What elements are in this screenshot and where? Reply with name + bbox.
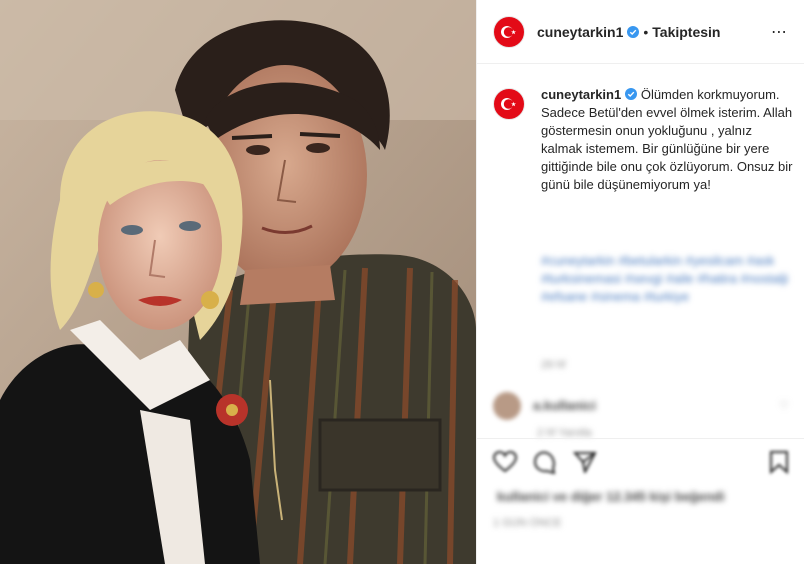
comment-icon[interactable] <box>533 450 557 474</box>
comment-username[interactable]: a.kullanici <box>533 397 596 415</box>
post-photo[interactable] <box>0 0 476 564</box>
caption-body: Ölümden korkmuyorum. Sadece Betül'den ev… <box>541 87 793 192</box>
action-bar <box>477 438 804 484</box>
comment-row: a.kullanici ♡ <box>493 390 789 422</box>
comment-like-icon[interactable]: ♡ <box>779 397 789 415</box>
header-username[interactable]: cuneytarkin1 <box>537 24 623 40</box>
post-date: 1 GÜN ÖNCE <box>493 517 562 529</box>
caption-time: 29 hf <box>541 359 566 371</box>
more-icon[interactable]: ⋯ <box>771 22 788 42</box>
verified-icon <box>625 88 638 100</box>
post-caption: cuneytarkin1 Ölümden korkmuyorum. Sadece… <box>493 86 793 194</box>
verified-icon <box>627 25 640 38</box>
caption-username[interactable]: cuneytarkin1 <box>541 87 621 102</box>
caption-text-block: cuneytarkin1 Ölümden korkmuyorum. Sadece… <box>541 86 793 194</box>
turkish-flag-icon <box>501 98 516 110</box>
post-side-panel: cuneytarkin1 • Takiptesin ⋯ cuneytarkin1… <box>476 0 804 564</box>
likes-summary[interactable]: kullanici ve diğer 12.345 kişi beğendi <box>497 488 793 506</box>
following-status[interactable]: Takiptesin <box>652 24 720 40</box>
save-icon[interactable] <box>769 450 789 474</box>
post-image <box>0 0 476 564</box>
turkish-flag-icon <box>501 25 516 38</box>
share-icon[interactable] <box>573 451 597 473</box>
separator-dot: • <box>643 23 649 40</box>
profile-avatar[interactable] <box>493 15 525 48</box>
caption-hashtags[interactable]: #cuneytarkin #betularkin #yesilcam #ask … <box>541 252 789 306</box>
heart-icon[interactable] <box>493 450 517 473</box>
caption-avatar[interactable] <box>493 88 525 120</box>
comment-avatar[interactable] <box>493 392 521 420</box>
post-header: cuneytarkin1 • Takiptesin ⋯ <box>477 0 804 64</box>
